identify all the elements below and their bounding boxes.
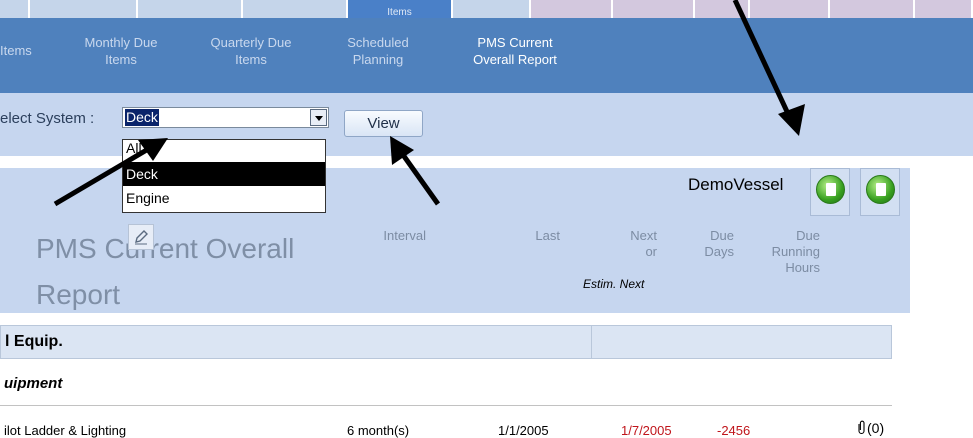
tab[interactable]	[243, 0, 348, 18]
edit-pencil-icon[interactable]	[128, 224, 154, 250]
dropdown-option-all[interactable]: All>	[123, 140, 325, 162]
group-header-row: l Equip.	[0, 325, 892, 359]
vessel-name: DemoVessel	[688, 175, 784, 194]
navigation-bar: Items Monthly Due Items Quarterly Due It…	[0, 18, 973, 93]
nav-scheduled-planning[interactable]: Scheduled Planning	[338, 34, 418, 68]
column-header-last: Last	[535, 228, 560, 243]
row-next: 1/7/2005	[621, 423, 672, 438]
estim-next-label: Estim. Next	[583, 277, 645, 291]
nav-items[interactable]: Items	[0, 42, 32, 59]
group-label: l Equip.	[5, 333, 63, 350]
tab[interactable]	[531, 0, 613, 18]
subgroup-label: uipment	[4, 375, 63, 392]
view-button[interactable]: View	[344, 110, 423, 137]
nav-monthly-due-items[interactable]: Monthly Due Items	[76, 34, 166, 68]
tab[interactable]	[0, 0, 30, 18]
system-select-value: Deck	[125, 109, 159, 126]
export-button[interactable]	[810, 168, 850, 216]
row-last: 1/1/2005	[498, 423, 549, 438]
attachment-link[interactable]: (0)	[856, 420, 884, 436]
dropdown-option-engine[interactable]: Engine	[123, 186, 325, 210]
tab[interactable]	[750, 0, 830, 18]
tab[interactable]	[915, 0, 973, 18]
column-header-due-running-hours: Due Running Hours	[771, 228, 820, 275]
system-select[interactable]: Deck	[122, 107, 329, 128]
top-tab-strip: Items	[0, 0, 973, 18]
tab[interactable]	[830, 0, 915, 18]
tab[interactable]	[613, 0, 695, 18]
row-due-days: -2456	[717, 423, 751, 438]
report-title: PMS Current Overall Report	[36, 233, 295, 310]
subgroup-divider	[0, 405, 892, 406]
tab[interactable]	[138, 0, 243, 18]
print-icon	[866, 175, 895, 204]
group-separator	[591, 326, 592, 358]
column-header-interval: Interval	[383, 228, 426, 243]
attachment-count: (0)	[867, 420, 885, 436]
export-icon	[816, 175, 845, 204]
column-header-next: Next or	[630, 228, 657, 259]
print-button[interactable]	[860, 168, 900, 216]
tab[interactable]	[695, 0, 750, 18]
dropdown-option-deck[interactable]: Deck	[123, 162, 325, 186]
system-dropdown-list: All> Deck Engine	[122, 139, 326, 213]
nav-pms-current-overall-report[interactable]: PMS Current Overall Report	[460, 34, 570, 68]
row-item-name: ilot Ladder & Lighting	[4, 423, 127, 438]
column-header-due-days: Due Days	[704, 228, 734, 259]
select-system-label: elect System :	[0, 110, 95, 127]
paperclip-icon	[858, 420, 865, 435]
row-interval: 6 month(s)	[347, 423, 410, 438]
tab[interactable]	[30, 0, 138, 18]
tab-items-active[interactable]: Items	[348, 0, 453, 18]
chevron-down-icon[interactable]	[310, 109, 327, 126]
tab[interactable]	[453, 0, 531, 18]
nav-quarterly-due-items[interactable]: Quarterly Due Items	[196, 34, 306, 68]
